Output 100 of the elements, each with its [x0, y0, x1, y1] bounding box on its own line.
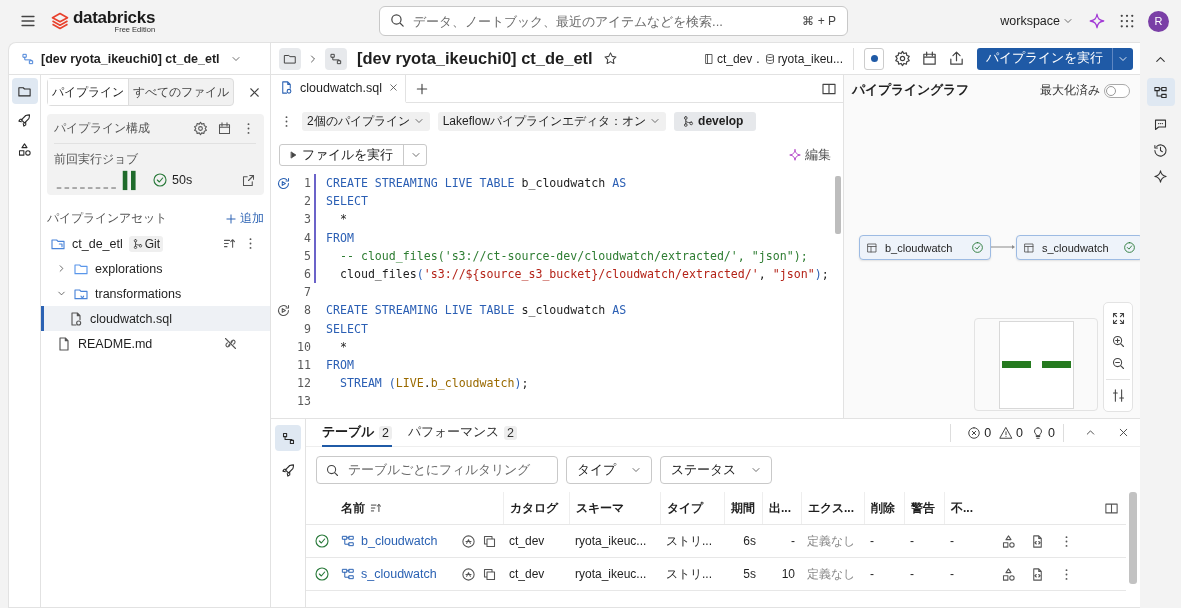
graph-icon	[1153, 84, 1168, 100]
lineage-icon[interactable]	[461, 533, 476, 549]
sparkle-icon[interactable]	[1088, 12, 1106, 30]
run-pipeline-button[interactable]: パイプラインを実行	[977, 47, 1133, 70]
explorer-tab[interactable]: すべてのファイル	[129, 79, 233, 105]
sort-icon[interactable]	[222, 236, 237, 251]
shapes-icon[interactable]	[1001, 566, 1016, 582]
logo-icon	[50, 11, 70, 31]
settings-icon[interactable]	[193, 121, 208, 136]
column-header[interactable]: 出...	[762, 492, 801, 524]
run-cell-icon[interactable]	[275, 175, 291, 191]
line-number: 11	[296, 357, 311, 372]
shapes-icon[interactable]	[1001, 533, 1016, 549]
filter-dropdown[interactable]: タイプ	[566, 456, 652, 484]
filter-dropdown[interactable]: ステータス	[660, 456, 772, 484]
column-header[interactable]: 期間	[724, 492, 762, 524]
file-tab[interactable]: cloudwatch.sql	[271, 74, 406, 103]
explorer-tab[interactable]: パイプライン	[48, 79, 129, 105]
sliders-icon[interactable]	[1110, 388, 1126, 404]
lineage-icon[interactable]	[461, 566, 476, 582]
tree-item[interactable]: cloudwatch.sql	[41, 306, 270, 331]
columns-icon[interactable]	[1103, 500, 1119, 516]
calendar-icon[interactable]	[921, 50, 938, 67]
table-link[interactable]: s_cloudwatch	[341, 567, 437, 581]
pipeline-icon	[329, 51, 343, 66]
rail-button[interactable]	[11, 78, 38, 104]
workspace-dropdown[interactable]: workspace	[1000, 14, 1074, 28]
column-header[interactable]: 不...	[944, 492, 982, 524]
pipeline-selector[interactable]: [dev ryota_ikeuchi0] ct_de_etl	[41, 51, 220, 66]
branch-icon	[682, 114, 696, 128]
line-number: 9	[303, 321, 311, 336]
plus-icon	[224, 211, 238, 226]
column-header[interactable]: カタログ	[503, 492, 569, 524]
column-header[interactable]: スキーマ	[569, 492, 660, 524]
apps-grid-icon[interactable]	[1118, 12, 1136, 30]
dropdown[interactable]: 2個のパイプライン	[302, 111, 430, 131]
column-header[interactable]: タイプ	[660, 492, 724, 524]
table-cell-text: ryota_ikeuc...	[574, 533, 648, 550]
file-icon	[68, 310, 84, 327]
table-cell-text: ct_dev	[508, 566, 546, 583]
panel-tab[interactable]: テーブル 2	[322, 418, 392, 447]
graph-panel-button[interactable]	[1146, 78, 1175, 106]
table-link[interactable]: b_cloudwatch	[341, 534, 438, 548]
branch-button[interactable]: develop	[674, 111, 757, 131]
sparkle-icon[interactable]	[1153, 169, 1168, 184]
run-cell-icon[interactable]	[275, 302, 291, 318]
fit-view-icon[interactable]	[1110, 310, 1126, 326]
tree-item[interactable]: README.md	[41, 331, 270, 356]
table-cell-text: -	[869, 566, 875, 583]
minimap-node	[1041, 361, 1071, 368]
copy-icon[interactable]	[482, 566, 497, 582]
close-icon[interactable]	[1117, 426, 1130, 439]
code-file-icon[interactable]	[1030, 533, 1045, 549]
star-icon[interactable]	[602, 51, 618, 66]
code-line: *	[338, 212, 347, 227]
calendar-icon[interactable]	[217, 121, 232, 136]
column-header[interactable]: 削除	[864, 492, 904, 524]
code-line: CREATE STREAMING LIVE TABLE b_cloudwatch AS	[326, 176, 627, 191]
settings-icon[interactable]	[894, 50, 911, 67]
history-icon[interactable]	[1153, 143, 1168, 158]
external-link-icon[interactable]	[241, 172, 256, 188]
tree-item[interactable]: explorations	[41, 256, 270, 281]
filter-field[interactable]: テーブルごとにフィルタリング	[316, 456, 558, 484]
warning-count: 0	[1016, 425, 1024, 440]
code-file-icon[interactable]	[1030, 566, 1045, 582]
copy-icon[interactable]	[482, 533, 497, 549]
shapes-icon	[17, 141, 32, 157]
shortcut-hint: ⌘ + P	[802, 14, 837, 28]
rail-button[interactable]	[275, 425, 301, 451]
scrollbar-thumb[interactable]	[1129, 492, 1137, 584]
table-cell-text: -	[869, 533, 875, 550]
status-button[interactable]	[864, 47, 884, 70]
zoom-out-icon[interactable]	[1110, 356, 1126, 372]
dropdown[interactable]: Lakeflowパイプラインエディタ：オン	[437, 111, 667, 131]
column-header[interactable]: エクス...	[801, 492, 864, 524]
separator: .	[756, 51, 760, 66]
avatar[interactable]: R	[1148, 10, 1169, 32]
code-line: SELECT	[326, 321, 368, 336]
add-button[interactable]: 追加	[224, 210, 264, 227]
maximize-toggle[interactable]	[1104, 83, 1130, 98]
graph-node[interactable]: b_cloudwatch	[859, 235, 991, 260]
graph-node[interactable]: s_cloudwatch	[1016, 235, 1140, 260]
tree-item[interactable]: ct_de_etl Git	[41, 231, 270, 256]
scrollbar-thumb[interactable]	[835, 176, 841, 234]
sort-icon[interactable]	[369, 501, 383, 515]
pipeline-icon	[280, 430, 296, 446]
folder-button[interactable]	[279, 47, 301, 70]
run-file-button[interactable]: ファイルを実行	[279, 144, 427, 166]
table-icon	[866, 241, 878, 254]
tree-item[interactable]: transformations	[41, 281, 270, 306]
table-cell-text: ストリ...	[665, 565, 713, 583]
edit-button[interactable]: 編集	[788, 146, 831, 164]
comment-icon[interactable]	[1153, 117, 1168, 132]
panel-tab[interactable]: パフォーマンス 2	[407, 418, 517, 447]
catalog-name: ct_dev	[716, 51, 753, 66]
share-icon[interactable]	[948, 50, 965, 67]
edge-arrow	[991, 243, 1016, 251]
pipeline-button[interactable]	[325, 47, 347, 70]
column-header[interactable]: 警告	[904, 492, 944, 524]
zoom-in-icon[interactable]	[1110, 333, 1126, 349]
